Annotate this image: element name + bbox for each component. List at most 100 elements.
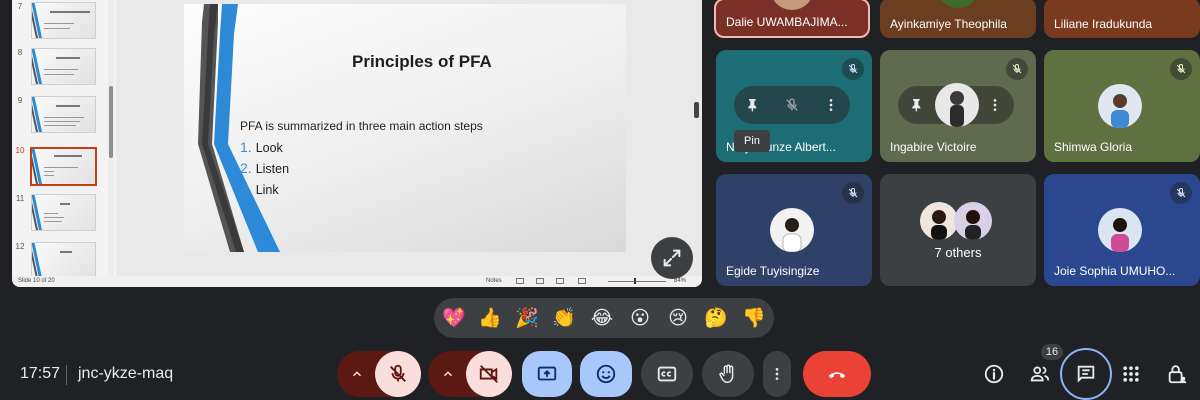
slide-number: 11	[15, 194, 25, 203]
slide-thumbnail-active[interactable]: 10	[12, 144, 112, 186]
fullscreen-button[interactable]	[651, 237, 693, 279]
slide-thumbnail[interactable]: 11	[12, 192, 112, 234]
pin-button[interactable]	[902, 90, 932, 120]
mic-off-icon	[848, 63, 858, 74]
participant-tile[interactable]: Liliane Iradukunda	[1044, 0, 1200, 38]
avatar	[770, 208, 814, 252]
mic-toggle-button[interactable]	[375, 351, 421, 397]
participant-tile[interactable]: Dalie UWAMBAJIMA...	[714, 0, 870, 38]
camera-off-icon	[479, 365, 498, 383]
reaction-thinking-button[interactable]: 🤔	[702, 304, 730, 332]
captions-button[interactable]	[641, 351, 693, 397]
slide-number: 12	[15, 242, 25, 251]
participant-tile[interactable]: Joie Sophia UMUHO...	[1044, 174, 1200, 286]
step-text: Look	[255, 141, 283, 155]
pin-icon	[912, 99, 921, 112]
reactions-button[interactable]	[580, 351, 632, 397]
list-item: 2. Listen	[240, 160, 289, 181]
activities-button[interactable]	[1108, 351, 1154, 397]
step-number: 2.	[240, 160, 252, 176]
slide-scrollbar[interactable]	[694, 8, 700, 258]
steps-list: 1. Look 2. Listen 3. Link	[240, 139, 289, 202]
zoom-slider[interactable]	[608, 281, 666, 282]
present-to-all-icon	[537, 366, 557, 381]
avatar	[935, 83, 979, 127]
reaction-crying-button[interactable]: 😢	[664, 304, 692, 332]
mic-off-icon	[390, 364, 406, 382]
more-options-button[interactable]	[816, 90, 846, 120]
present-screen-button[interactable]	[522, 351, 572, 397]
participant-tile[interactable]: Ingabire Victoire	[880, 50, 1036, 162]
step-number: 3.	[240, 181, 252, 197]
thumbnail-scrollbar[interactable]	[108, 0, 114, 276]
reaction-party-popper-button[interactable]: 🎉	[513, 304, 541, 332]
raise-hand-button[interactable]	[702, 351, 754, 397]
participant-name: Dalie UWAMBAJIMA...	[726, 15, 848, 29]
mute-participant-button[interactable]	[777, 90, 807, 120]
camera-toggle-button[interactable]	[466, 351, 512, 397]
step-text: Link	[255, 183, 279, 197]
current-slide: Principles of PFA PFA is summarized in t…	[184, 4, 626, 252]
pin-button[interactable]	[738, 90, 768, 120]
mic-off-indicator	[1170, 58, 1192, 80]
slideshow-view-icon[interactable]	[578, 278, 586, 284]
slide-thumbnails-panel: 7 8 9 10 11 12	[12, 0, 116, 279]
closed-captions-icon	[657, 366, 677, 382]
more-options-button[interactable]	[980, 90, 1010, 120]
avatar	[770, 0, 814, 10]
audio-options-button[interactable]	[337, 351, 377, 397]
avatar	[920, 202, 958, 240]
video-options-button[interactable]	[428, 351, 468, 397]
participant-name: Ingabire Victoire	[890, 140, 977, 154]
reaction-laughing-button[interactable]: 😂	[588, 304, 616, 332]
sorter-view-icon[interactable]	[536, 278, 544, 284]
mic-off-indicator	[1006, 58, 1028, 80]
divider	[66, 365, 67, 385]
slide-counter: Slide 10 of 20	[18, 278, 55, 284]
emoji-icon	[596, 364, 616, 384]
participant-tile[interactable]: Ayinkamiye Theophila	[880, 0, 1036, 38]
pin-tooltip: Pin	[734, 130, 770, 152]
zoom-slider-knob[interactable]	[634, 278, 636, 284]
reactions-bar: 💖 👍 🎉 👏 😂 😮 😢 🤔 👎	[434, 298, 774, 338]
participant-name: Shimwa Gloria	[1054, 140, 1133, 154]
notes-button[interactable]: Notes	[486, 278, 502, 284]
reaction-thumbs-up-button[interactable]: 👍	[476, 304, 504, 332]
mic-control-group	[337, 351, 421, 397]
slide-thumbnail[interactable]: 8	[12, 46, 112, 88]
apps-grid-icon	[1123, 366, 1139, 382]
slide-preview	[31, 96, 96, 133]
participant-tile[interactable]: Shimwa Gloria	[1044, 50, 1200, 162]
people-icon	[1030, 366, 1050, 382]
slide-number: 10	[15, 146, 25, 155]
slide-thumbnail[interactable]: 7	[12, 0, 112, 42]
mic-off-icon	[1176, 187, 1186, 198]
slide-thumbnail[interactable]: 9	[12, 94, 112, 136]
reaction-clapping-button[interactable]: 👏	[550, 304, 578, 332]
meeting-code: jnc-ykze-maq	[78, 365, 174, 382]
leave-call-button[interactable]	[803, 351, 871, 397]
participant-name: Egide Tuyisingize	[726, 264, 820, 278]
mic-off-indicator	[1170, 182, 1192, 204]
reaction-thumbs-down-button[interactable]: 👎	[740, 304, 768, 332]
reaction-sparkling-heart-button[interactable]: 💖	[440, 304, 468, 332]
avatar	[936, 0, 980, 8]
chevron-up-icon	[443, 371, 453, 377]
meeting-clock: 17:57	[20, 365, 61, 382]
more-options-button[interactable]	[763, 351, 791, 397]
meeting-info-button[interactable]	[971, 351, 1017, 397]
chat-button[interactable]	[1060, 348, 1112, 400]
slide-preview	[31, 242, 96, 279]
slide-preview	[30, 147, 97, 186]
host-controls-button[interactable]	[1154, 351, 1200, 397]
participant-tile[interactable]: Egide Tuyisingize	[716, 174, 872, 286]
slide-preview	[31, 48, 96, 85]
slide-preview	[31, 2, 96, 39]
tile-hover-controls	[734, 86, 850, 124]
hand-icon	[719, 364, 734, 383]
reading-view-icon[interactable]	[556, 278, 564, 284]
info-icon	[984, 364, 1004, 384]
normal-view-icon[interactable]	[516, 278, 524, 284]
others-tile[interactable]: 7 others	[880, 174, 1036, 286]
reaction-surprised-button[interactable]: 😮	[626, 304, 654, 332]
